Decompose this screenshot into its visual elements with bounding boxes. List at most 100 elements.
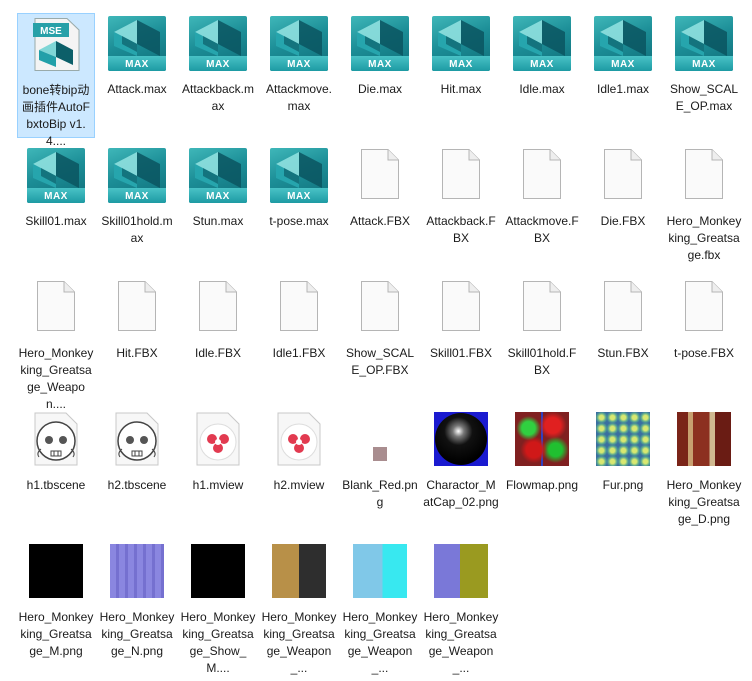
file-item[interactable]: Skill01hold.FBX — [503, 277, 581, 402]
blank-file-icon — [441, 148, 481, 200]
file-name-label: Skill01hold.max — [101, 214, 173, 245]
file-item[interactable]: Hero_Monkeyking_Greatsage_Weapon_... — [341, 541, 419, 675]
file-item[interactable]: Blank_Red.png — [341, 409, 419, 534]
file-name-label: Attackmove.max — [265, 82, 333, 113]
file-item[interactable]: MAX Skill01.max — [17, 145, 95, 270]
file-name-label: Stun.max — [192, 214, 244, 228]
file-name-label: h2.tbscene — [107, 478, 167, 492]
file-item[interactable]: MAX Hit.max — [422, 13, 500, 138]
max-file-icon: MAX — [594, 16, 652, 71]
file-item[interactable]: MAX Idle.max — [503, 13, 581, 138]
file-name-label: Hit.FBX — [116, 346, 158, 360]
file-item[interactable]: Fur.png — [584, 409, 662, 534]
black-texture-thumbnail — [29, 544, 83, 598]
file-item[interactable]: Hero_Monkeyking_Greatsage_Weapon.... — [17, 277, 95, 411]
blank-file-icon — [198, 280, 238, 332]
file-name-label: Attackback.max — [181, 82, 255, 113]
file-item[interactable]: h2.mview — [260, 409, 338, 534]
file-name-label: Hero_Monkeyking_Greatsage_Weapon_... — [261, 610, 337, 675]
blank-file-icon — [360, 148, 400, 200]
max-file-icon: MAX — [189, 148, 247, 203]
file-item[interactable]: MAX Die.max — [341, 13, 419, 138]
file-grid: MSE bone转bip动画插件AutoFbxtoBip v1.4.... MAX A… — [0, 0, 752, 681]
file-name-label: Attack.FBX — [349, 214, 411, 228]
file-name-label: Hero_Monkeyking_Greatsage_Weapon.... — [18, 346, 94, 411]
file-name-label: Fur.png — [602, 478, 644, 492]
file-item[interactable]: Attack.FBX — [341, 145, 419, 270]
max-file-icon: MAX — [351, 16, 409, 71]
file-item[interactable]: MAX Skill01hold.max — [98, 145, 176, 270]
file-item[interactable]: Hero_Monkeyking_Greatsage_D.png — [665, 409, 743, 534]
file-item[interactable]: MAX Attackmove.max — [260, 13, 338, 138]
blank-file-icon — [522, 280, 562, 332]
file-name-label: Hero_Monkeyking_Greatsage_Weapon_... — [423, 610, 499, 675]
file-item[interactable]: h1.tbscene — [17, 409, 95, 534]
file-name-label: Idle.FBX — [194, 346, 242, 360]
file-item[interactable]: Attackmove.FBX — [503, 145, 581, 270]
file-item[interactable]: Hero_Monkeyking_Greatsage_Show_M.... — [179, 541, 257, 675]
file-item[interactable]: Hero_Monkeyking_Greatsage_N.png — [98, 541, 176, 666]
file-item[interactable]: Hero_Monkeyking_Greatsage_M.png — [17, 541, 95, 666]
max-file-icon: MAX — [108, 16, 166, 71]
file-item[interactable]: Hero_Monkeyking_Greatsage_Weapon_... — [260, 541, 338, 675]
file-item[interactable]: Show_SCALE_OP.FBX — [341, 277, 419, 402]
blank-file-icon — [684, 280, 724, 332]
blank-file-icon — [36, 280, 76, 332]
file-name-label: Hero_Monkeyking_Greatsage_N.png — [99, 610, 175, 658]
file-name-label: bone转bip动画插件AutoFbxtoBip v1.4.... — [21, 83, 91, 148]
blank-file-icon — [522, 148, 562, 200]
file-name-label: Idle1.max — [596, 82, 650, 96]
file-item[interactable]: Hero_Monkeyking_Greatsage.fbx — [665, 145, 743, 270]
file-name-label: Hero_Monkeyking_Greatsage.fbx — [666, 214, 742, 262]
file-item[interactable]: h2.tbscene — [98, 409, 176, 534]
file-item[interactable]: MAX Show_SCALE_OP.max — [665, 13, 743, 138]
file-item[interactable]: MSE bone转bip动画插件AutoFbxtoBip v1.4.... — [17, 13, 95, 148]
diffuse-texture-thumbnail — [677, 412, 731, 466]
file-name-label: Attackback.FBX — [426, 214, 496, 245]
weapon-diffuse-thumbnail — [272, 544, 326, 598]
file-item[interactable]: MAX Attackback.max — [179, 13, 257, 138]
blank-file-icon — [684, 148, 724, 200]
file-item[interactable]: Idle1.FBX — [260, 277, 338, 402]
blank-file-icon — [279, 280, 319, 332]
file-item[interactable]: MAX Stun.max — [179, 145, 257, 270]
file-name-label: t-pose.FBX — [673, 346, 735, 360]
file-name-label: Show_SCALE_OP.max — [669, 82, 739, 113]
file-name-label: Skill01hold.FBX — [507, 346, 577, 377]
file-item[interactable]: Die.FBX — [584, 145, 662, 270]
file-item[interactable]: MAX Attack.max — [98, 13, 176, 138]
file-item[interactable]: Stun.FBX — [584, 277, 662, 402]
file-item[interactable]: Idle.FBX — [179, 277, 257, 402]
matcap-thumbnail — [434, 412, 488, 466]
file-item[interactable]: MAX Idle1.max — [584, 13, 662, 138]
normal-map-thumbnail — [110, 544, 164, 598]
file-name-label: Hit.max — [440, 82, 482, 96]
file-name-label: h1.tbscene — [26, 478, 86, 492]
file-item[interactable]: Hit.FBX — [98, 277, 176, 402]
file-item[interactable]: h1.mview — [179, 409, 257, 534]
file-name-label: Idle.max — [519, 82, 565, 96]
file-name-label: Charactor_MatCap_02.png — [423, 478, 499, 509]
file-name-label: Die.FBX — [600, 214, 646, 228]
mview-icon — [275, 411, 323, 467]
file-name-label: h1.mview — [192, 478, 244, 492]
file-name-label: Attack.max — [107, 82, 167, 96]
file-item[interactable]: Charactor_MatCap_02.png — [422, 409, 500, 534]
fur-thumbnail — [596, 412, 650, 466]
file-item[interactable]: Attackback.FBX — [422, 145, 500, 270]
file-name-label: h2.mview — [273, 478, 325, 492]
flowmap-thumbnail — [515, 412, 569, 466]
file-name-label: Attackmove.FBX — [505, 214, 579, 245]
max-file-icon: MAX — [432, 16, 490, 71]
black-texture-thumbnail — [191, 544, 245, 598]
file-item[interactable]: Skill01.FBX — [422, 277, 500, 402]
blank-file-icon — [117, 280, 157, 332]
mview-icon — [194, 411, 242, 467]
file-item[interactable]: MAX t-pose.max — [260, 145, 338, 270]
skull-icon — [32, 411, 80, 467]
file-item[interactable]: Flowmap.png — [503, 409, 581, 534]
mse-file-icon: MSE — [29, 17, 83, 72]
max-file-icon: MAX — [108, 148, 166, 203]
file-item[interactable]: t-pose.FBX — [665, 277, 743, 402]
file-item[interactable]: Hero_Monkeyking_Greatsage_Weapon_... — [422, 541, 500, 675]
